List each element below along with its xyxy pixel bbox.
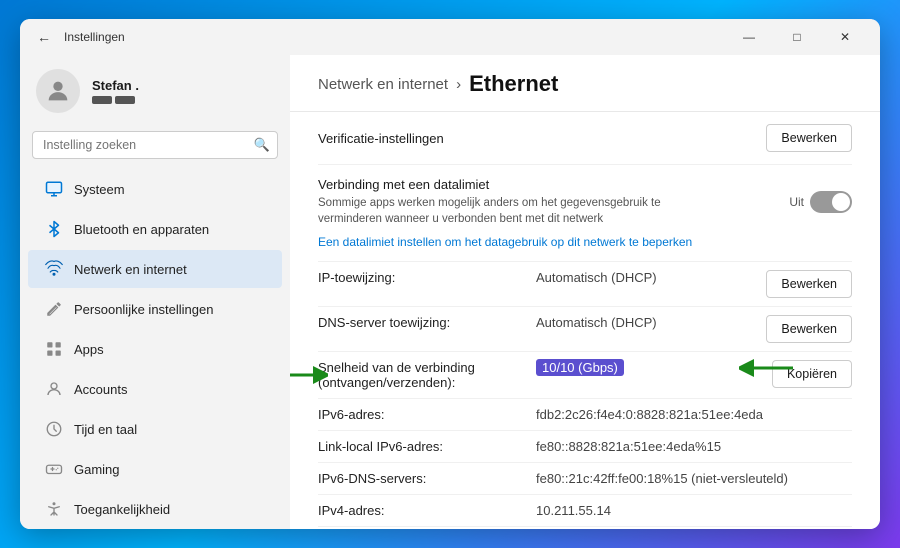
sidebar-item-bluetooth[interactable]: Bluetooth en apparaten [28,210,282,248]
sidebar-item-systeem[interactable]: Systeem [28,170,282,208]
datalimiet-toggle[interactable] [810,191,852,213]
user-status [92,96,139,104]
accounts-label: Accounts [74,382,127,397]
linklocal-value: fe80::8828:821a:51ee:4eda%15 [536,439,852,454]
titlebar: ← Instellingen — □ ✕ [20,19,880,55]
ipv4-row: IPv4-adres: 10.211.55.14 [318,495,852,527]
dns-label: DNS-server toewijzing: [318,315,528,330]
personalisatie-label: Persoonlijke instellingen [74,302,213,317]
sidebar-item-apps[interactable]: Apps [28,330,282,368]
sidebar-item-tijd[interactable]: Tijd en taal [28,410,282,448]
ipv6-value: fdb2:2c26:f4e4:0:8828:821a:51ee:4eda [536,407,852,422]
sidebar: Stefan . 🔍 Systeem [20,55,290,529]
dns-actions: Bewerken [752,315,852,343]
window-title: Instellingen [64,30,726,44]
snelheid-label: Snelheid van de verbinding (ontvangen/ve… [318,360,528,390]
status-block-1 [92,96,112,104]
ipv4dns-row: IPv4-DNS-servers: 10.211.55.1 (niet-vers… [318,527,852,529]
breadcrumb-current: Ethernet [469,71,558,97]
netwerk-label: Netwerk en internet [74,262,187,277]
ipv6dns-value: fe80::21c:42ff:fe00:18%15 (niet-versleut… [536,471,852,486]
breadcrumb-parent: Netwerk en internet [318,76,448,93]
toegankelijkheid-label: Toegankelijkheid [74,502,170,517]
verificatie-title: Verificatie-instellingen [318,131,754,146]
close-button[interactable]: ✕ [822,19,868,55]
user-name: Stefan . [92,78,139,93]
snelheid-value-container: 10/10 (Gbps) [536,360,744,375]
avatar [36,69,80,113]
search-input[interactable] [32,131,278,159]
breadcrumb: Netwerk en internet › Ethernet [318,71,852,97]
ipv6dns-row: IPv6-DNS-servers: fe80::21c:42ff:fe00:18… [318,463,852,495]
toegankelijkheid-icon [44,499,64,519]
bluetooth-icon [44,219,64,239]
datalimiet-title: Verbinding met een datalimiet [318,177,789,192]
accounts-icon [44,379,64,399]
ipv6-row: IPv6-adres: fdb2:2c26:f4e4:0:8828:821a:5… [318,399,852,431]
ip-actions: Bewerken [752,270,852,298]
sidebar-item-netwerk[interactable]: Netwerk en internet [28,250,282,288]
verificatie-row: Verificatie-instellingen Bewerken [318,112,852,165]
settings-section: Verificatie-instellingen Bewerken Verbin… [290,112,880,529]
verificatie-button[interactable]: Bewerken [766,124,852,152]
tijd-label: Tijd en taal [74,422,137,437]
sidebar-item-gaming[interactable]: Gaming [28,450,282,488]
apps-icon [44,339,64,359]
verificatie-info: Verificatie-instellingen [318,131,754,146]
netwerk-icon [44,259,64,279]
ipv6-label: IPv6-adres: [318,407,528,422]
gaming-icon [44,459,64,479]
toggle-knob [832,193,850,211]
datalimiet-row: Verbinding met een datalimiet Sommige ap… [318,165,852,262]
systeem-label: Systeem [74,182,125,197]
gaming-label: Gaming [74,462,120,477]
search-box: 🔍 [32,131,278,159]
tijd-icon [44,419,64,439]
dns-button[interactable]: Bewerken [766,315,852,343]
minimize-button[interactable]: — [726,19,772,55]
datalimiet-info: Verbinding met een datalimiet Sommige ap… [318,177,789,227]
user-info: Stefan . [92,78,139,104]
user-section: Stefan . [20,55,290,127]
snelheid-row: Snelheid van de verbinding (ontvangen/ve… [318,352,852,399]
window-controls: — □ ✕ [726,19,868,55]
main-content: Netwerk en internet › Ethernet Verificat… [290,55,880,529]
settings-window: ← Instellingen — □ ✕ Stefan . [20,19,880,529]
ipv6dns-label: IPv6-DNS-servers: [318,471,528,486]
sidebar-item-personalisatie[interactable]: Persoonlijke instellingen [28,290,282,328]
status-block-2 [115,96,135,104]
ip-row: IP-toewijzing: Automatisch (DHCP) Bewerk… [318,262,852,307]
datalimiet-desc: Sommige apps werken mogelijk anders om h… [318,195,698,227]
content-area: Stefan . 🔍 Systeem [20,55,880,529]
ip-button[interactable]: Bewerken [766,270,852,298]
systeem-icon [44,179,64,199]
dns-value: Automatisch (DHCP) [536,315,744,330]
apps-label: Apps [74,342,104,357]
sidebar-item-accounts[interactable]: Accounts [28,370,282,408]
ipv4-label: IPv4-adres: [318,503,528,518]
maximize-button[interactable]: □ [774,19,820,55]
bluetooth-label: Bluetooth en apparaten [74,222,209,237]
ipv4-value: 10.211.55.14 [536,503,852,518]
breadcrumb-separator: › [456,76,461,93]
dns-row: DNS-server toewijzing: Automatisch (DHCP… [318,307,852,352]
sidebar-item-toegankelijkheid[interactable]: Toegankelijkheid [28,490,282,528]
ip-value: Automatisch (DHCP) [536,270,744,285]
personalisatie-icon [44,299,64,319]
datalimiet-link[interactable]: Een datalimiet instellen om het datagebr… [318,235,692,249]
snelheid-value: 10/10 (Gbps) [536,359,624,376]
ip-label: IP-toewijzing: [318,270,528,285]
toggle-label: Uit [789,195,804,209]
linklocal-row: Link-local IPv6-adres: fe80::8828:821a:5… [318,431,852,463]
search-icon: 🔍 [254,137,270,153]
back-button[interactable]: ← [32,25,56,49]
toggle-container: Uit [789,191,852,213]
linklocal-label: Link-local IPv6-adres: [318,439,528,454]
page-header: Netwerk en internet › Ethernet [290,55,880,112]
